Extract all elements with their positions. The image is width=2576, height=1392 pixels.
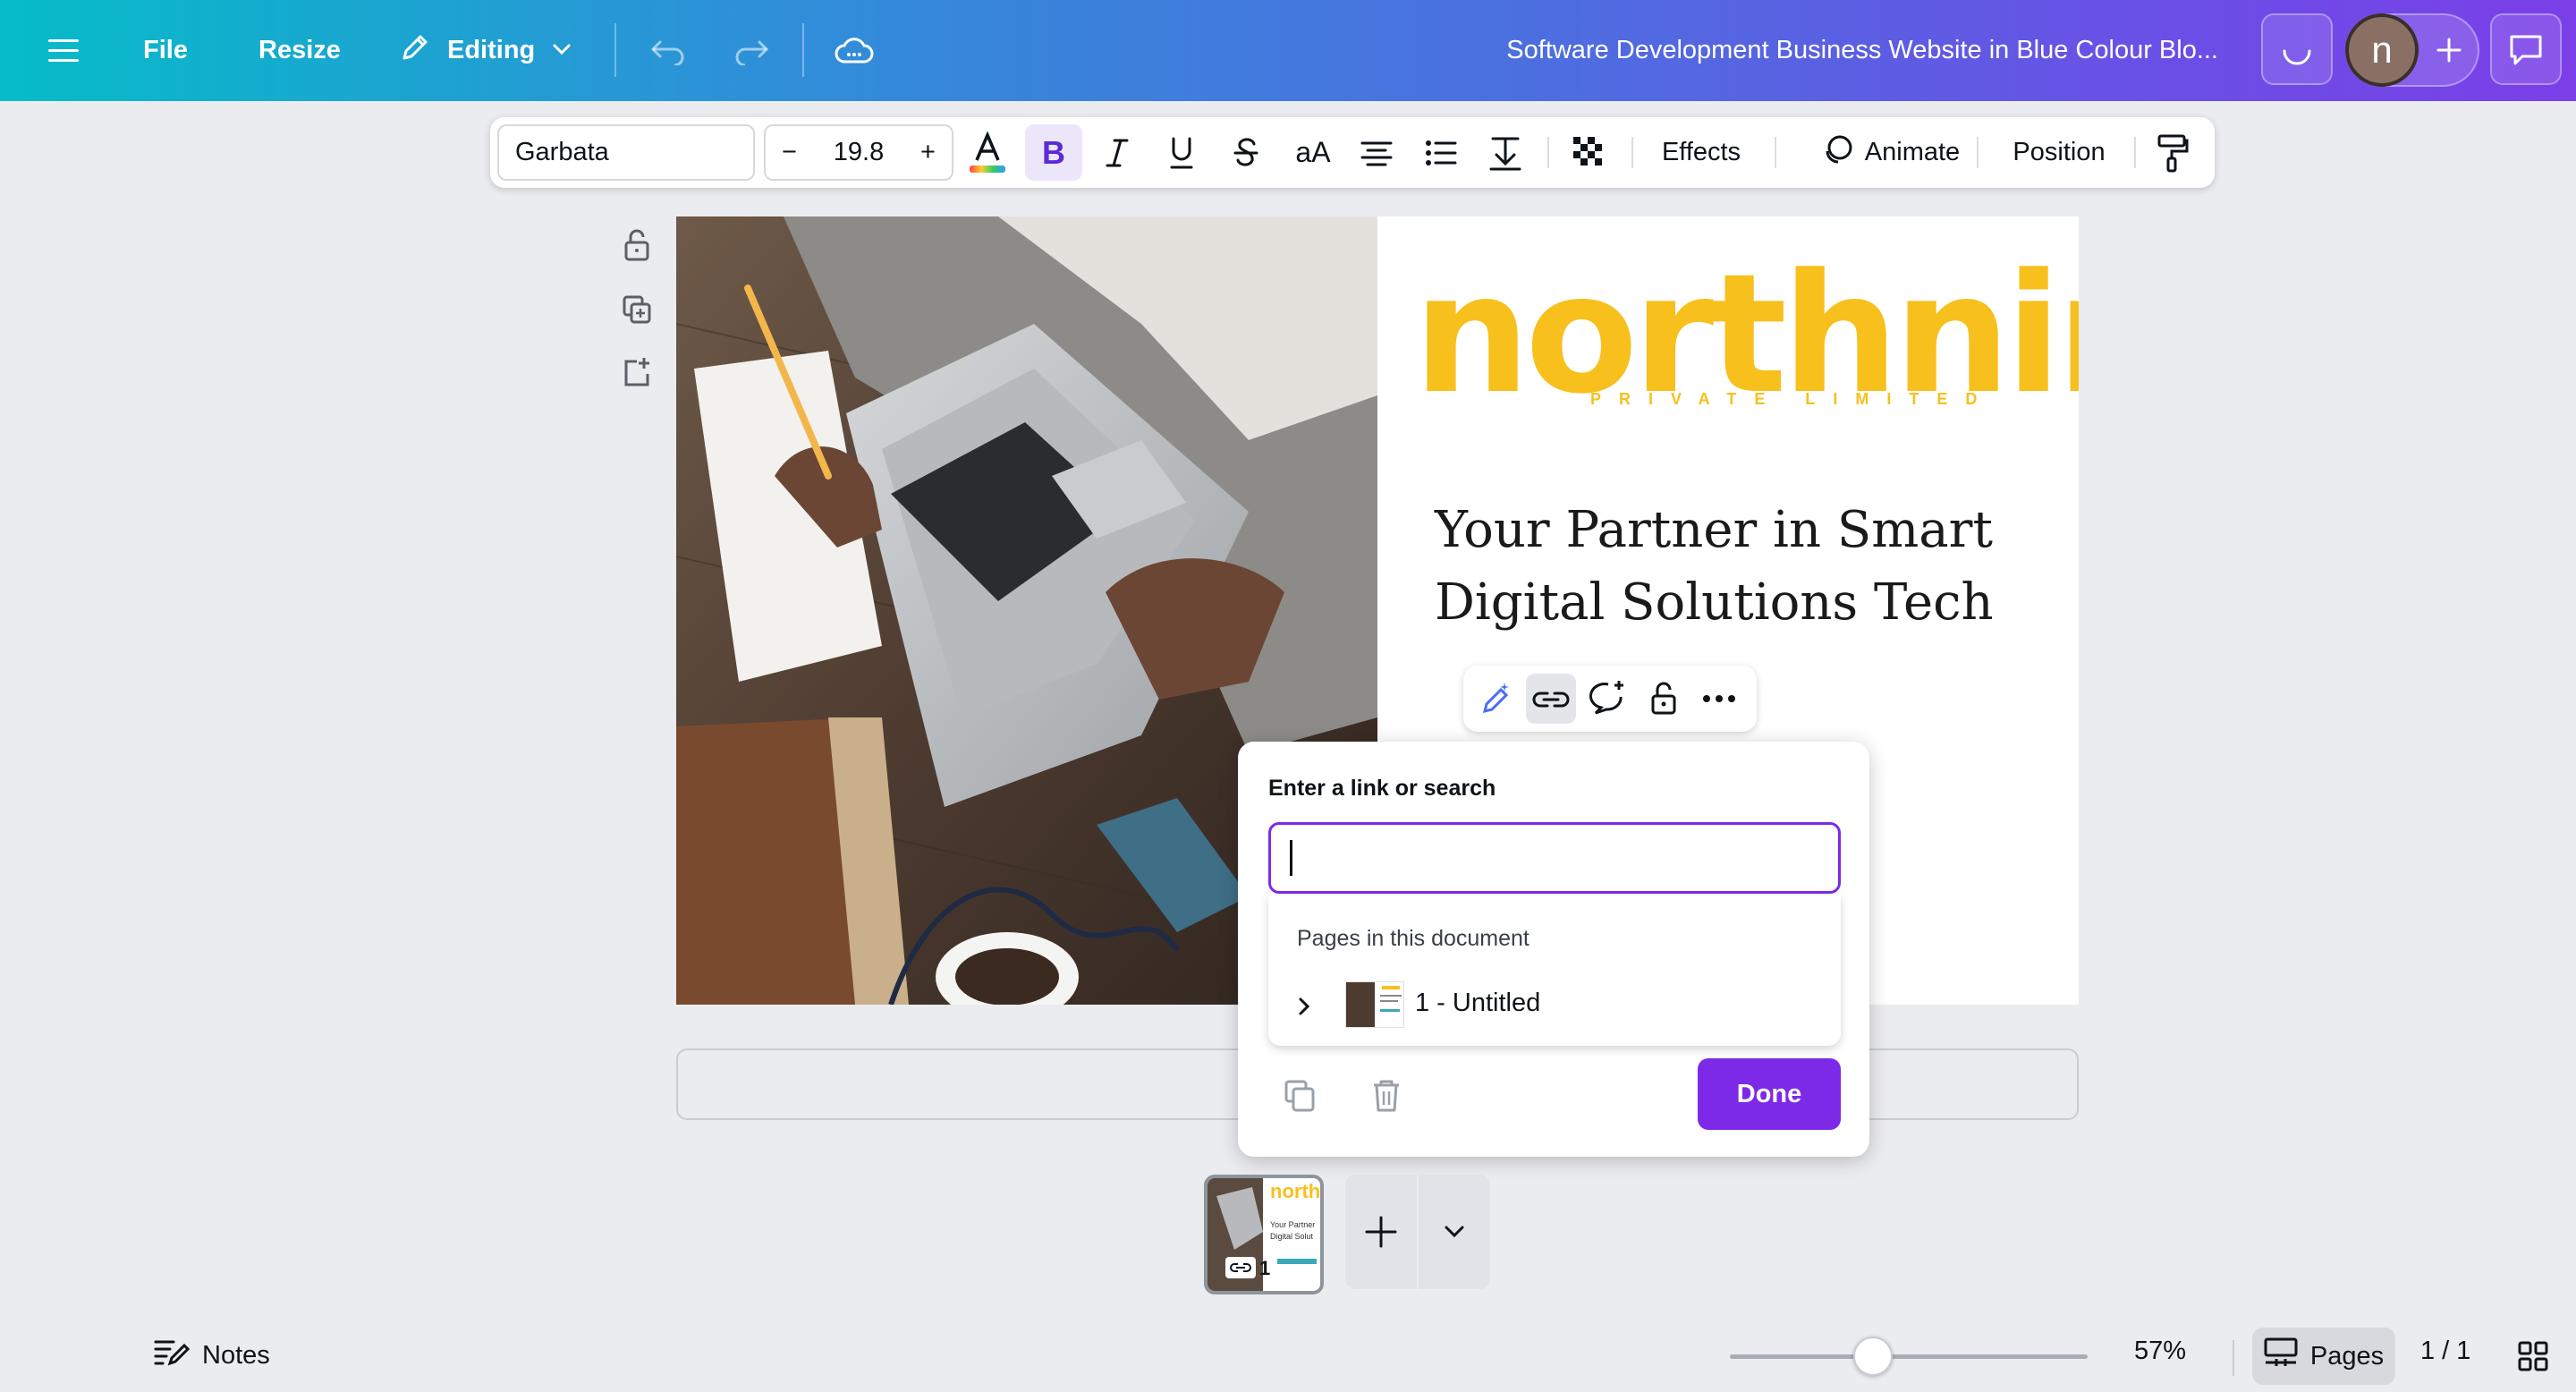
page-thumbnail-icon <box>1345 981 1404 1028</box>
animate-label: Animate <box>1864 138 1961 166</box>
comment-icon[interactable] <box>2490 13 2562 85</box>
font-size-stepper: − 19.8 + <box>764 124 953 181</box>
headline-text[interactable]: Your Partner in Smart Digital Solutions … <box>1435 494 2043 639</box>
menu-icon[interactable] <box>48 0 80 101</box>
toolbar-divider <box>2134 137 2136 168</box>
paint-roller-icon[interactable] <box>2150 117 2195 188</box>
headline-line-1: Your Partner in Smart <box>1435 501 1993 559</box>
link-icon[interactable] <box>1526 674 1576 724</box>
pages-icon <box>2264 1337 2298 1375</box>
link-popup-label: Enter a link or search <box>1268 776 1496 801</box>
notes-icon <box>154 1337 191 1374</box>
notes-label: Notes <box>202 1340 270 1370</box>
element-context-toolbar <box>1463 666 1757 732</box>
redo-icon[interactable] <box>733 0 770 101</box>
toolbar-divider <box>1775 137 1776 168</box>
link-icon <box>1225 1257 1256 1278</box>
page-suggestion-item[interactable]: 1 - Untitled <box>1268 976 1841 1037</box>
more-options-icon[interactable] <box>1694 674 1744 724</box>
grid-view-icon[interactable] <box>2517 1340 2549 1377</box>
file-menu[interactable]: File <box>143 0 188 101</box>
strikethrough-icon[interactable] <box>1224 117 1268 188</box>
magic-write-icon[interactable] <box>1470 674 1521 724</box>
add-comment-icon[interactable] <box>1583 674 1633 724</box>
thumbnail-page-number: 1 <box>1259 1257 1271 1279</box>
add-page-icon[interactable] <box>619 354 655 390</box>
divider <box>2233 1340 2234 1376</box>
avatar[interactable]: n <box>2345 13 2419 87</box>
effects-button[interactable]: Effects <box>1648 117 1755 188</box>
thumbnail-logo: north <box>1270 1180 1321 1202</box>
chevron-down-icon[interactable] <box>1419 1175 1490 1289</box>
copy-icon[interactable] <box>1274 1069 1327 1123</box>
top-bar: File Resize Editing Software Development… <box>0 0 2576 101</box>
page-counter: 1 / 1 <box>2420 1337 2471 1365</box>
underline-icon[interactable] <box>1159 117 1204 188</box>
toolbar-divider <box>1977 137 1979 168</box>
animate-button[interactable]: Animate <box>1803 117 1979 188</box>
add-collaborator-icon[interactable] <box>2426 27 2472 73</box>
duplicate-page-icon[interactable] <box>619 292 655 327</box>
resize-menu[interactable]: Resize <box>258 0 341 101</box>
lock-element-icon[interactable] <box>1639 674 1689 724</box>
animate-icon <box>1822 133 1854 173</box>
editing-mode-dropdown[interactable]: Editing <box>397 0 574 101</box>
document-title[interactable]: Software Development Business Website in… <box>1506 0 2218 101</box>
undo-icon[interactable] <box>649 0 687 101</box>
text-caret <box>1290 840 1292 876</box>
trash-icon[interactable] <box>1360 1069 1413 1123</box>
italic-icon[interactable] <box>1095 117 1140 188</box>
pages-label: Pages <box>2309 1341 2385 1371</box>
notes-button[interactable]: Notes <box>154 1337 270 1374</box>
company-logo-subtitle[interactable]: PRIVATE LIMITED <box>1590 390 1995 409</box>
thumbnail-text: Your Partner Digital Solut <box>1270 1220 1316 1241</box>
text-formatting-toolbar: Garbata − 19.8 + B aA Effects Animate Po… <box>490 117 2215 188</box>
editing-mode-label: Editing <box>447 36 536 64</box>
add-page-plus-icon[interactable] <box>1345 1175 1417 1289</box>
cloud-save-icon[interactable] <box>834 0 875 101</box>
increase-size-button[interactable]: + <box>920 138 936 167</box>
align-center-icon[interactable] <box>1354 117 1399 188</box>
loading-spinner-icon[interactable] <box>2261 13 2333 85</box>
pages-section-title: Pages in this document <box>1297 926 1530 951</box>
link-popup: Enter a link or search Pages in this doc… <box>1238 742 1869 1157</box>
zoom-slider[interactable] <box>1730 1354 2088 1359</box>
text-color-icon[interactable] <box>968 117 1007 188</box>
add-page-group <box>1345 1175 1490 1289</box>
bullet-list-icon[interactable] <box>1419 117 1463 188</box>
text-case-button[interactable]: aA <box>1286 117 1340 188</box>
page-thumbnail[interactable]: north Your Partner Digital Solut 1 <box>1204 1175 1324 1294</box>
bold-button[interactable]: B <box>1025 124 1082 181</box>
done-button[interactable]: Done <box>1698 1058 1841 1130</box>
decrease-size-button[interactable]: − <box>782 138 797 167</box>
spacing-icon[interactable] <box>1483 117 1528 188</box>
zoom-value[interactable]: 57% <box>2134 1337 2186 1366</box>
pages-button[interactable]: Pages <box>2252 1328 2395 1385</box>
page-suggestion-label: 1 - Untitled <box>1415 989 1541 1017</box>
lock-icon[interactable] <box>619 227 655 263</box>
toolbar-divider <box>802 23 804 77</box>
transparency-icon[interactable] <box>1567 117 1612 188</box>
pencil-icon <box>397 30 433 72</box>
toolbar-divider <box>1547 137 1549 168</box>
chevron-down-icon <box>549 36 574 65</box>
link-search-input[interactable] <box>1268 822 1841 894</box>
chevron-right-icon[interactable] <box>1295 994 1313 1023</box>
toolbar-divider <box>1631 137 1633 168</box>
link-suggestions-dropdown: Pages in this document 1 - Untitled <box>1268 894 1841 1046</box>
toolbar-divider <box>614 23 616 77</box>
zoom-slider-handle[interactable] <box>1853 1337 1893 1376</box>
font-family-select[interactable]: Garbata <box>497 124 755 181</box>
font-size-value[interactable]: 19.8 <box>834 138 884 167</box>
position-button[interactable]: Position <box>1998 117 2120 188</box>
headline-line-2: Digital Solutions Tech <box>1435 573 1994 632</box>
